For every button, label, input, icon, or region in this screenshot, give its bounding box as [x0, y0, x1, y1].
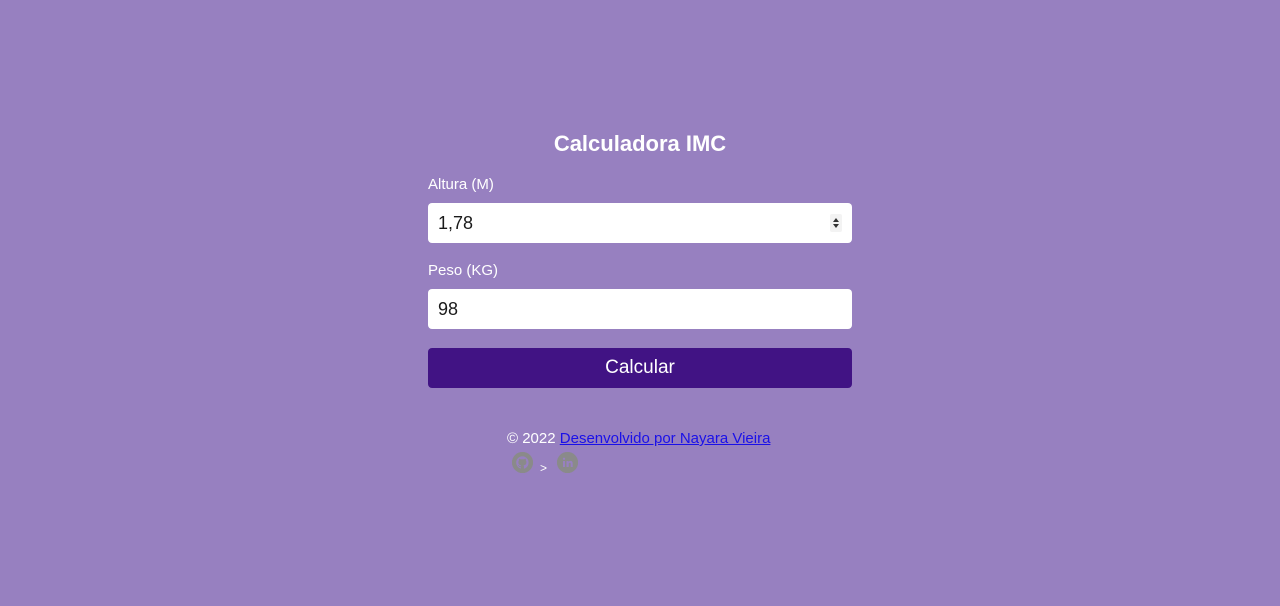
spinner-up-icon[interactable]: [833, 218, 839, 222]
footer-separator: >: [540, 461, 548, 475]
calcular-button[interactable]: Calcular: [428, 348, 852, 388]
copyright-text: © 2022: [507, 430, 556, 447]
altura-value: 1,78: [438, 213, 474, 233]
linkedin-icon[interactable]: [557, 452, 578, 473]
spinner-down-icon[interactable]: [833, 224, 839, 228]
author-link[interactable]: Desenvolvido por Nayara Vieira: [560, 430, 771, 447]
footer: © 2022 Desenvolvido por Nayara Vieira: [507, 430, 770, 448]
page: Calculadora IMC Altura (M) 1,78 Peso (KG…: [0, 0, 1280, 606]
altura-input[interactable]: 1,78: [428, 203, 852, 243]
page-title: Calculadora IMC: [553, 131, 727, 156]
github-icon[interactable]: [512, 452, 533, 473]
number-spinner[interactable]: [830, 214, 842, 232]
peso-label: Peso (KG): [428, 262, 499, 279]
altura-label: Altura (M): [428, 176, 494, 193]
peso-value: 98: [438, 299, 459, 319]
peso-input[interactable]: 98: [428, 289, 852, 329]
